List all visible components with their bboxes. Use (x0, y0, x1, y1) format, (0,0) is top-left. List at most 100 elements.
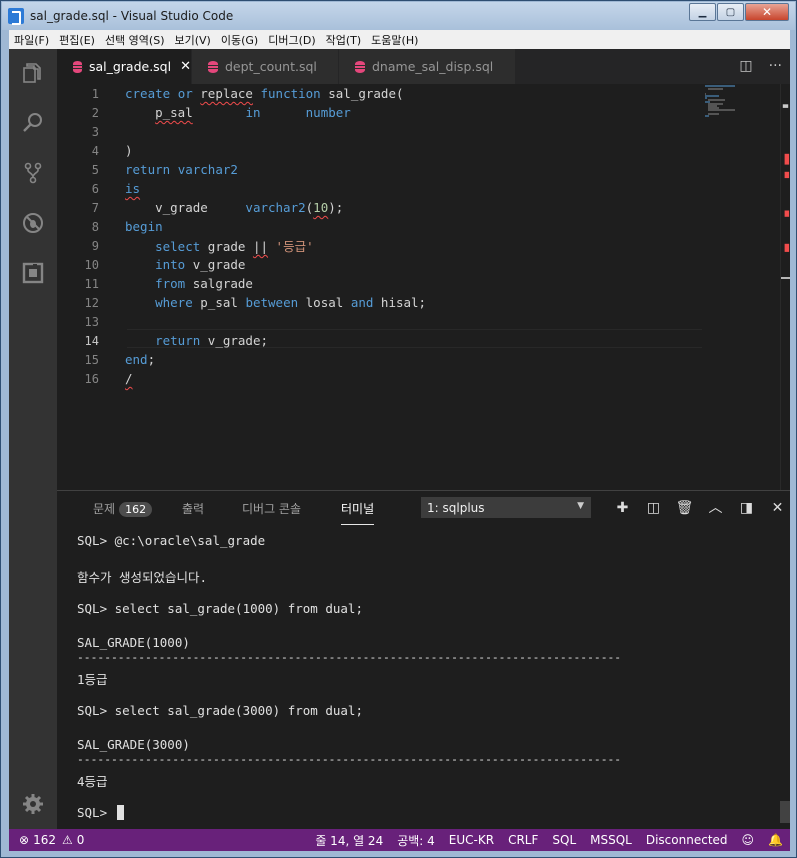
app-window: sal_grade.sql - Visual Studio Code ▁ ▢ ✕… (0, 0, 797, 858)
settings-gear-icon[interactable] (21, 792, 45, 816)
smiley-feedback-icon[interactable]: ☺ (735, 833, 762, 847)
line-number: 10 (84, 257, 99, 272)
line-number: 6 (91, 181, 99, 196)
trash-icon[interactable]: 🗑 (669, 497, 700, 519)
tab-dname-sal-disp[interactable]: dname_sal_disp.sql (339, 49, 515, 84)
line-number: 15 (84, 352, 99, 367)
maximize-button[interactable]: ▢ (717, 3, 744, 21)
prompt-text: SQL> (77, 805, 115, 820)
close-icon[interactable]: ✕ (180, 59, 191, 74)
menu-file[interactable]: 파일(F) (9, 32, 54, 48)
code-line: select grade || '등급' (155, 239, 314, 254)
menu-edit[interactable]: 편집(E) (54, 32, 100, 48)
minimize-button[interactable]: ▁ (689, 3, 716, 21)
code-line: is (125, 181, 141, 196)
minimap[interactable] (705, 84, 780, 490)
connection-status[interactable]: Disconnected (639, 833, 735, 847)
terminal-scrollbar[interactable] (780, 801, 790, 823)
menu-view[interactable]: 보기(V) (169, 32, 215, 48)
code-line: / (125, 371, 133, 386)
menu-tasks[interactable]: 작업(T) (321, 32, 367, 48)
panel-tabs: 문제 162 출력 디버그 콘솔 터미널 1: sqlplus ▼ ✚ ◫ 🗑 ︿… (57, 491, 790, 525)
panel-actions: ✚ ◫ 🗑 ︿ ◨ ✕ (607, 497, 793, 519)
toggle-panel-icon[interactable]: ◨ (731, 497, 762, 519)
extensions-icon[interactable] (21, 261, 45, 285)
chevron-up-icon[interactable]: ︿ (700, 497, 731, 519)
editor-scrollbar[interactable] (780, 84, 790, 490)
terminal-line: SQL> select sal_grade(1000) from dual; (77, 601, 363, 616)
code-line: ) (125, 143, 133, 158)
problems-count-badge: 162 (119, 502, 153, 517)
code-line: begin (125, 219, 163, 234)
search-icon[interactable] (21, 111, 45, 135)
error-count: 162 (33, 833, 56, 847)
debug-icon[interactable] (21, 211, 45, 235)
line-number: 11 (84, 276, 99, 291)
menu-help[interactable]: 도움말(H) (366, 32, 423, 48)
database-file-icon (208, 60, 218, 73)
menu-go[interactable]: 이동(G) (216, 32, 263, 48)
indentation[interactable]: 공백: 4 (390, 832, 442, 849)
tab-problems-label: 문제 (93, 502, 116, 516)
tab-output[interactable]: 출력 (182, 500, 204, 517)
tab-problems[interactable]: 문제 162 (93, 500, 153, 517)
workbench: sal_grade.sql ✕ dept_count.sql dname_sal… (9, 49, 790, 851)
terminal-line: 함수가 생성되었습니다. (77, 570, 208, 585)
vscode-logo-icon (8, 8, 24, 25)
warning-icon: ⚠ (61, 833, 73, 847)
menu-debug[interactable]: 디버그(D) (263, 32, 320, 48)
split-editor-icon[interactable]: ◫ (739, 58, 752, 74)
terminal-prompt: SQL> (77, 805, 124, 820)
source-control-icon[interactable] (21, 161, 45, 185)
sql-dialect[interactable]: MSSQL (583, 833, 639, 847)
problems-status[interactable]: ⊗ 162 ⚠ 0 (19, 833, 84, 847)
database-file-icon (355, 60, 365, 73)
terminal-line: 4등급 (77, 774, 108, 789)
code-line: into v_grade (155, 257, 246, 272)
line-number: 5 (91, 162, 99, 177)
line-number: 7 (91, 200, 99, 215)
database-file-icon (73, 60, 83, 73)
line-number: 13 (84, 314, 99, 329)
close-panel-icon[interactable]: ✕ (762, 497, 793, 519)
more-actions-icon[interactable]: ··· (769, 58, 782, 74)
title-bar: sal_grade.sql - Visual Studio Code ▁ ▢ ✕ (2, 2, 795, 30)
tab-label: dname_sal_disp.sql (372, 59, 494, 74)
terminal-line: SAL_GRADE(3000) (77, 737, 190, 752)
code-editor[interactable]: 1 create or replace function sal_grade( … (57, 84, 790, 490)
terminal-line: SAL_GRADE(1000) (77, 635, 190, 650)
status-right: 줄 14, 열 24 공백: 4 EUC-KR CRLF SQL MSSQL D… (308, 829, 790, 851)
language-mode[interactable]: SQL (545, 833, 583, 847)
window-title: sal_grade.sql - Visual Studio Code (30, 9, 234, 23)
line-ending[interactable]: CRLF (501, 833, 545, 847)
terminal-select[interactable]: 1: sqlplus ▼ (421, 497, 591, 518)
tab-label: sal_grade.sql (88, 59, 172, 74)
explorer-icon[interactable] (21, 61, 45, 85)
close-window-button[interactable]: ✕ (745, 3, 789, 21)
code-line: v_grade varchar2(10); (125, 200, 344, 215)
tab-dept-count[interactable]: dept_count.sql (192, 49, 338, 84)
tab-debug-console[interactable]: 디버그 콘솔 (242, 500, 301, 517)
menu-bar: 파일(F) 편집(E) 선택 영역(S) 보기(V) 이동(G) 디버그(D) … (9, 30, 790, 49)
tab-terminal[interactable]: 터미널 (341, 500, 375, 525)
line-number: 14 (84, 333, 99, 348)
new-terminal-icon[interactable]: ✚ (607, 497, 638, 519)
line-number: 16 (84, 371, 99, 386)
line-number: 8 (91, 219, 99, 234)
encoding[interactable]: EUC-KR (442, 833, 501, 847)
code-line: return v_grade; (155, 333, 268, 348)
bottom-panel: 문제 162 출력 디버그 콘솔 터미널 1: sqlplus ▼ ✚ ◫ 🗑 ︿… (57, 490, 790, 829)
error-icon: ⊗ (19, 833, 30, 847)
code-line: p_sal in number (155, 105, 351, 120)
menu-selection[interactable]: 선택 영역(S) (100, 32, 170, 48)
bell-icon[interactable]: 🔔 (761, 833, 790, 847)
split-terminal-icon[interactable]: ◫ (638, 497, 669, 519)
cursor-position[interactable]: 줄 14, 열 24 (308, 832, 390, 849)
code-line: return varchar2 (125, 162, 238, 177)
terminal-line: SQL> select sal_grade(3000) from dual; (77, 703, 363, 718)
line-number: 3 (91, 124, 99, 139)
tab-sal-grade[interactable]: sal_grade.sql ✕ (57, 49, 191, 84)
code-line: from salgrade (155, 276, 253, 291)
terminal-cursor (116, 805, 124, 820)
chevron-down-icon: ▼ (577, 501, 584, 511)
